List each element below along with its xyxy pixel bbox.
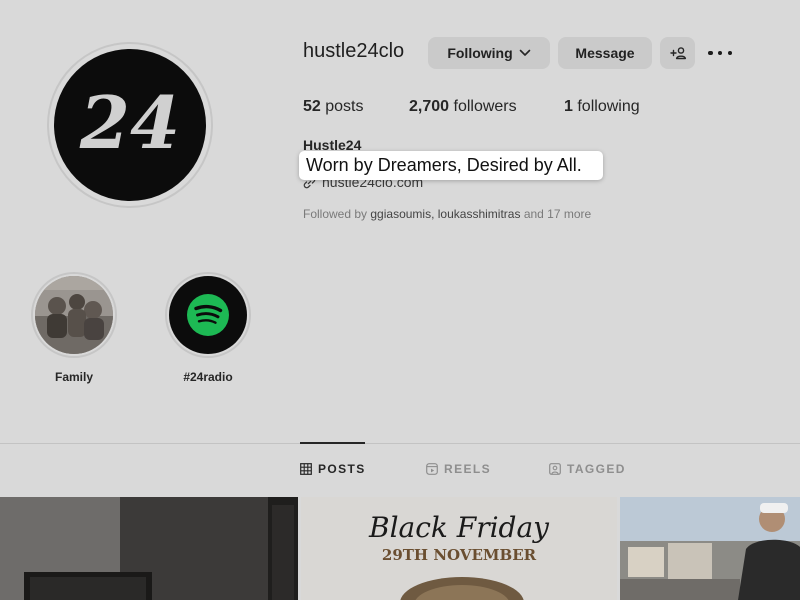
- add-person-icon: [669, 47, 686, 60]
- highlight-ring: [31, 272, 117, 358]
- svg-text:24: 24: [79, 80, 180, 165]
- posts-count-label: posts: [325, 98, 364, 115]
- post-title: Black Friday: [369, 511, 549, 544]
- reels-icon: [426, 463, 438, 475]
- family-photo: [35, 276, 113, 354]
- following-button-label: Following: [447, 45, 513, 61]
- suggested-users-button[interactable]: [660, 37, 695, 69]
- post-photo-room: [0, 497, 298, 600]
- highlight-family[interactable]: Family: [31, 272, 117, 384]
- profile-username: hustle24clo: [303, 40, 405, 62]
- following-count-label: following: [577, 98, 640, 115]
- more-options-icon[interactable]: [708, 46, 732, 60]
- followed-by: Followed by ggiasoumis, loukasshimitras …: [303, 207, 591, 221]
- followed-by-suffix[interactable]: and 17 more: [524, 207, 591, 221]
- post-tile[interactable]: Black Friday 29TH NOVEMBER: [301, 497, 617, 600]
- highlight-24radio[interactable]: #24radio: [165, 272, 251, 384]
- grid-icon: [300, 463, 312, 475]
- followed-by-separator: ,: [431, 207, 435, 221]
- message-button-label: Message: [575, 45, 635, 61]
- bio-tagline-callout: Worn by Dreamers, Desired by All.: [299, 151, 603, 180]
- message-button[interactable]: Message: [558, 37, 652, 69]
- avatar-logo: 24: [54, 49, 206, 201]
- family-photo-graphic: [35, 276, 113, 354]
- following-button[interactable]: Following: [428, 37, 550, 69]
- tab-posts[interactable]: POSTS: [300, 462, 366, 476]
- post-ornament: [400, 577, 524, 600]
- tab-posts-label: POSTS: [318, 462, 366, 476]
- post-tile[interactable]: [0, 497, 298, 600]
- logo-24-mark: 24: [79, 80, 180, 165]
- followed-by-prefix: Followed by: [303, 207, 368, 221]
- followers-link[interactable]: 2,700 followers: [409, 98, 517, 116]
- tabs-divider: [0, 443, 800, 444]
- bio-tagline: Worn by Dreamers, Desired by All.: [306, 155, 582, 175]
- tab-reels[interactable]: REELS: [426, 462, 491, 476]
- active-tab-indicator: [300, 442, 365, 444]
- posts-count: 52 posts: [303, 98, 364, 116]
- highlight-label: Family: [54, 370, 93, 384]
- followers-count-value: 2,700: [409, 98, 450, 115]
- followed-by-user[interactable]: loukasshimitras: [438, 207, 521, 221]
- highlight-ring: [165, 272, 251, 358]
- dot: [708, 50, 713, 56]
- followed-by-user[interactable]: ggiasoumis: [370, 207, 431, 221]
- spotify-logo: [187, 294, 229, 336]
- tab-tagged-label: TAGGED: [567, 462, 626, 476]
- following-link[interactable]: 1 following: [564, 98, 640, 116]
- spotify-icon: [169, 276, 247, 354]
- post-photo-street: [620, 497, 800, 600]
- tab-tagged[interactable]: TAGGED: [549, 462, 626, 476]
- tagged-icon: [549, 463, 561, 475]
- posts-count-value: 52: [303, 98, 321, 115]
- followers-count-label: followers: [453, 98, 517, 115]
- profile-avatar[interactable]: 24: [47, 42, 213, 208]
- dot: [727, 50, 732, 56]
- highlight-label: #24radio: [183, 370, 233, 384]
- post-tile[interactable]: [620, 497, 800, 600]
- chevron-down-icon: [519, 49, 530, 56]
- dot: [717, 50, 723, 56]
- following-count-value: 1: [564, 98, 573, 115]
- tab-reels-label: REELS: [444, 462, 492, 476]
- post-subtitle: 29TH NOVEMBER: [381, 546, 537, 564]
